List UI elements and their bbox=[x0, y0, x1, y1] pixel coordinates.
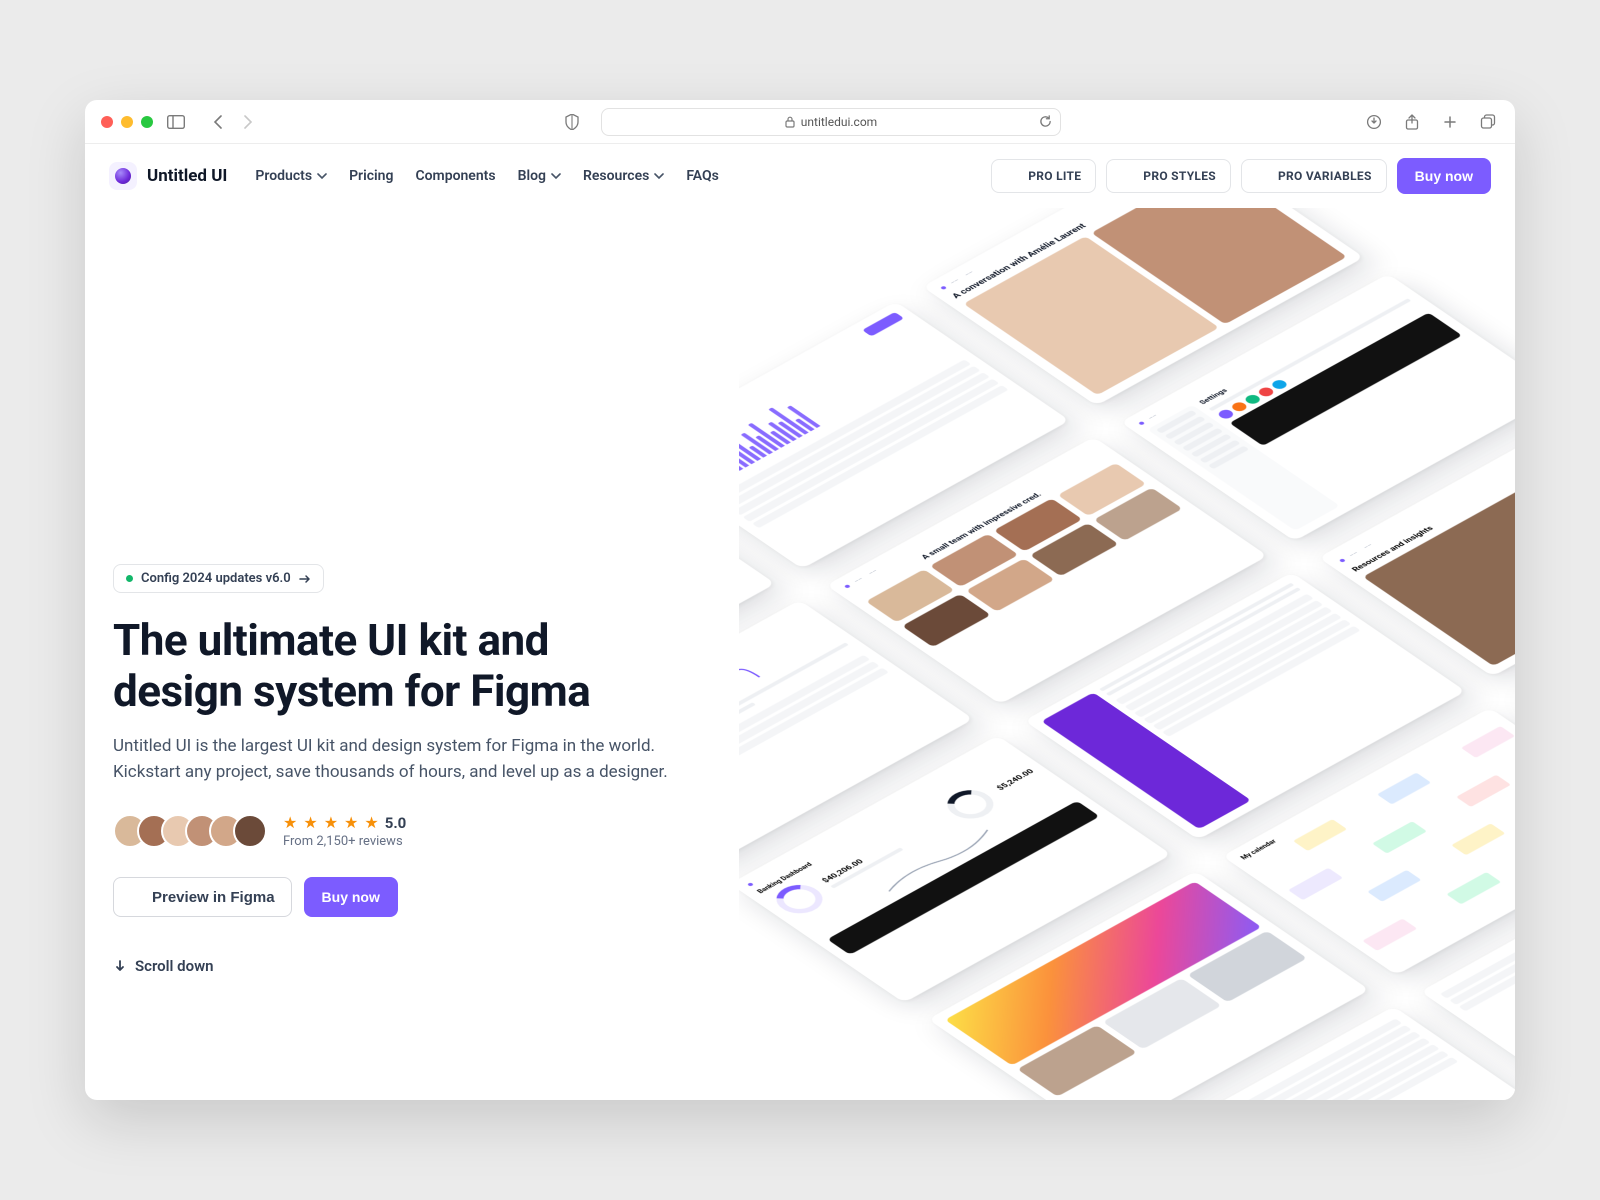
logo-icon bbox=[109, 162, 137, 190]
chip-pro-lite[interactable]: PRO LITE bbox=[991, 159, 1096, 193]
shield-icon[interactable] bbox=[561, 111, 583, 133]
update-badge[interactable]: Config 2024 updates v6.0 bbox=[113, 564, 324, 593]
chevron-down-icon bbox=[317, 171, 327, 181]
page-content: Untitled UI Products Pricing Components … bbox=[85, 144, 1515, 1100]
avatar bbox=[233, 814, 267, 848]
cta-row: Preview in Figma Buy now bbox=[113, 877, 760, 917]
site-header: Untitled UI Products Pricing Components … bbox=[85, 144, 1515, 208]
nav-item-pricing[interactable]: Pricing bbox=[349, 168, 393, 184]
star-icon: ★ bbox=[283, 813, 297, 832]
scroll-down-link[interactable]: Scroll down bbox=[113, 957, 760, 975]
main-nav: Products Pricing Components Blog Resourc… bbox=[255, 168, 718, 184]
hero-left: Config 2024 updates v6.0 The ultimate UI… bbox=[85, 144, 800, 1100]
nav-item-products[interactable]: Products bbox=[255, 168, 327, 184]
header-right: PRO LITE PRO STYLES PRO VARIABLES Buy no… bbox=[991, 158, 1491, 194]
chip-label: PRO STYLES bbox=[1143, 169, 1216, 183]
forward-icon[interactable] bbox=[237, 111, 259, 133]
review-row: ★ ★ ★ ★ ★ 5.0 From 2,150+ reviews bbox=[113, 813, 760, 849]
preview-figma-button[interactable]: Preview in Figma bbox=[113, 877, 292, 917]
brand-logo[interactable]: Untitled UI bbox=[109, 162, 227, 190]
figma-icon bbox=[1006, 169, 1020, 183]
share-icon[interactable] bbox=[1401, 111, 1423, 133]
review-caption: From 2,150+ reviews bbox=[283, 834, 406, 849]
header-buy-now-button[interactable]: Buy now bbox=[1397, 158, 1491, 194]
scroll-label: Scroll down bbox=[135, 957, 214, 975]
star-icon: ★ bbox=[364, 813, 378, 832]
close-window-icon[interactable] bbox=[101, 116, 113, 128]
nav-item-faqs[interactable]: FAQs bbox=[686, 168, 719, 184]
nav-item-resources[interactable]: Resources bbox=[583, 168, 664, 184]
hero-title: The ultimate UI kit and design system fo… bbox=[113, 615, 760, 716]
browser-right-controls bbox=[1363, 111, 1499, 133]
status-dot-icon bbox=[126, 575, 133, 582]
reviewer-avatars bbox=[113, 814, 267, 848]
chevron-down-icon bbox=[654, 171, 664, 181]
chevron-down-icon bbox=[551, 171, 561, 181]
hero-preview-collage: —————— ———— ———— bbox=[739, 144, 1516, 1100]
review-score-value: 5.0 bbox=[385, 814, 407, 832]
minimize-window-icon[interactable] bbox=[121, 116, 133, 128]
url-bar[interactable]: untitledui.com bbox=[601, 108, 1061, 136]
browser-nav-buttons bbox=[207, 111, 259, 133]
traffic-lights bbox=[101, 116, 153, 128]
figma-icon bbox=[1256, 169, 1270, 183]
browser-chrome: untitledui.com bbox=[85, 100, 1515, 144]
badge-text: Config 2024 updates v6.0 bbox=[141, 571, 291, 586]
nav-label: Products bbox=[255, 168, 312, 184]
review-score: ★ ★ ★ ★ ★ 5.0 From 2,150+ reviews bbox=[283, 813, 406, 849]
nav-label: Components bbox=[415, 168, 495, 184]
star-icon: ★ bbox=[303, 813, 317, 832]
figma-icon bbox=[130, 888, 144, 906]
nav-label: Pricing bbox=[349, 168, 393, 184]
mock-value: $5,240.00 bbox=[994, 768, 1035, 792]
nav-label: Resources bbox=[583, 168, 649, 184]
maximize-window-icon[interactable] bbox=[141, 116, 153, 128]
brand-name: Untitled UI bbox=[147, 166, 227, 186]
figma-icon bbox=[1121, 169, 1135, 183]
url-text: untitledui.com bbox=[801, 115, 877, 129]
lock-icon bbox=[785, 116, 795, 128]
new-tab-icon[interactable] bbox=[1439, 111, 1461, 133]
nav-label: Blog bbox=[518, 168, 546, 184]
buy-now-button[interactable]: Buy now bbox=[304, 877, 398, 917]
sidebar-toggle-icon[interactable] bbox=[165, 111, 187, 133]
browser-window: untitledui.com Untitled U bbox=[85, 100, 1515, 1100]
arrow-down-icon bbox=[113, 959, 127, 973]
tabs-overview-icon[interactable] bbox=[1477, 111, 1499, 133]
nav-item-blog[interactable]: Blog bbox=[518, 168, 561, 184]
download-icon[interactable] bbox=[1363, 111, 1385, 133]
star-icon: ★ bbox=[324, 813, 338, 832]
chip-pro-variables[interactable]: PRO VARIABLES bbox=[1241, 159, 1387, 193]
back-icon[interactable] bbox=[207, 111, 229, 133]
hero-title-line: design system for Figma bbox=[113, 665, 590, 717]
chip-label: PRO VARIABLES bbox=[1278, 169, 1372, 183]
nav-label: FAQs bbox=[686, 168, 719, 184]
nav-item-components[interactable]: Components bbox=[415, 168, 495, 184]
chip-pro-styles[interactable]: PRO STYLES bbox=[1106, 159, 1231, 193]
star-icon: ★ bbox=[344, 813, 358, 832]
arrow-right-icon bbox=[299, 574, 311, 584]
hero-subtitle: Untitled UI is the largest UI kit and de… bbox=[113, 734, 673, 785]
hero-title-line: The ultimate UI kit and bbox=[113, 614, 549, 666]
reload-icon[interactable] bbox=[1039, 115, 1052, 128]
button-label: Preview in Figma bbox=[152, 889, 275, 906]
chip-label: PRO LITE bbox=[1028, 169, 1081, 183]
